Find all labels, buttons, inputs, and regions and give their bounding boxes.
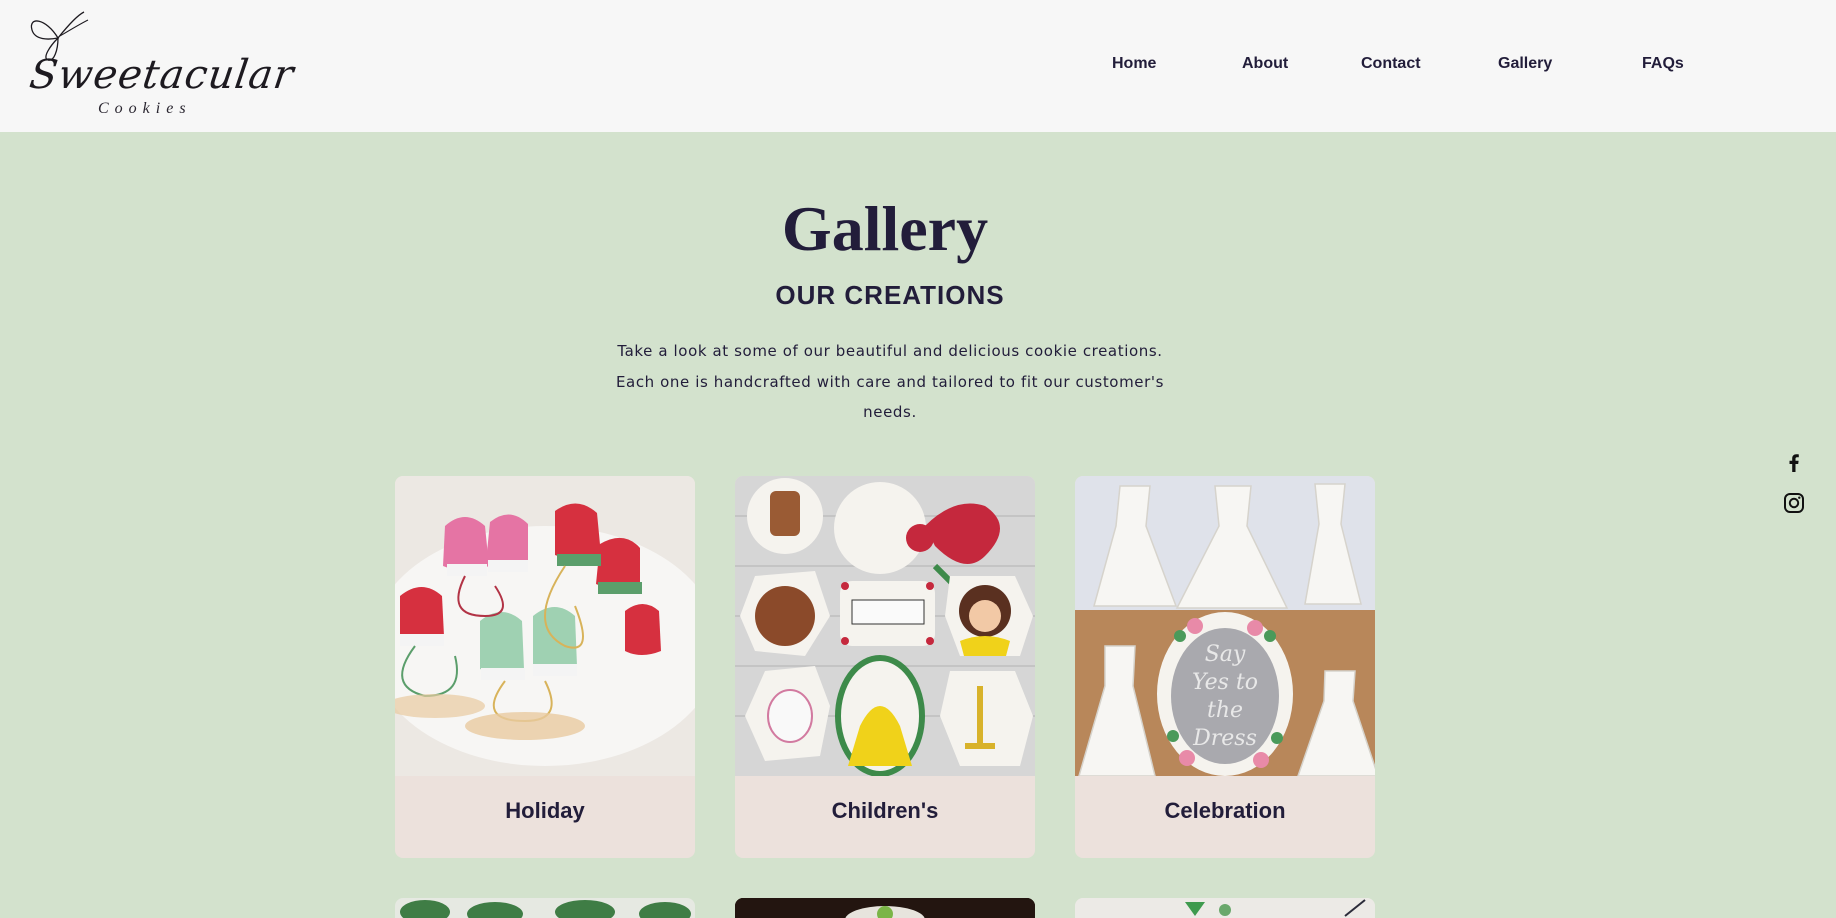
card-label: Children's <box>831 798 939 823</box>
holiday-cookies-image <box>395 476 695 776</box>
page-title: Gallery <box>781 193 989 264</box>
facebook-icon[interactable] <box>1782 450 1806 474</box>
svg-text:Say: Say <box>1205 642 1246 667</box>
svg-text:Dress: Dress <box>1192 726 1257 751</box>
social-links <box>1782 450 1806 532</box>
childrens-cookies-image <box>735 476 1035 776</box>
nav-item-home[interactable]: Home <box>1112 55 1156 73</box>
main-nav: Home About Contact Gallery FAQs <box>0 55 1836 79</box>
nav-item-contact[interactable]: Contact <box>1361 55 1421 73</box>
brand-tagline: Cookies <box>98 100 192 117</box>
nav-item-faqs[interactable]: FAQs <box>1642 55 1684 73</box>
instagram-icon[interactable] <box>1782 491 1806 515</box>
page-subtitle: OUR CREATIONS <box>775 280 1005 310</box>
card-label: Celebration <box>1164 798 1286 823</box>
intro-text: Take a look at some of our beautiful and… <box>615 342 1165 421</box>
nav-item-about[interactable]: About <box>1242 55 1288 73</box>
gallery-card-partial[interactable] <box>1075 898 1375 918</box>
gallery-card-partial[interactable] <box>735 898 1035 918</box>
nav-item-gallery[interactable]: Gallery <box>1498 55 1552 73</box>
gallery-card-childrens[interactable]: Children's <box>735 476 1035 858</box>
site-header: Sweetacular Cookies Home About Contact G… <box>0 0 1836 132</box>
card-label: Holiday <box>505 798 585 823</box>
svg-text:the: the <box>1207 698 1243 723</box>
gallery-card-partial[interactable] <box>395 898 695 918</box>
gallery-card-celebration[interactable]: Say Yes to the Dress Celebration <box>1075 476 1375 858</box>
celebration-cookies-image: Say Yes to the Dress <box>1075 476 1375 776</box>
gallery-card-holiday[interactable]: Holiday <box>395 476 695 858</box>
svg-text:Yes to: Yes to <box>1192 670 1258 695</box>
